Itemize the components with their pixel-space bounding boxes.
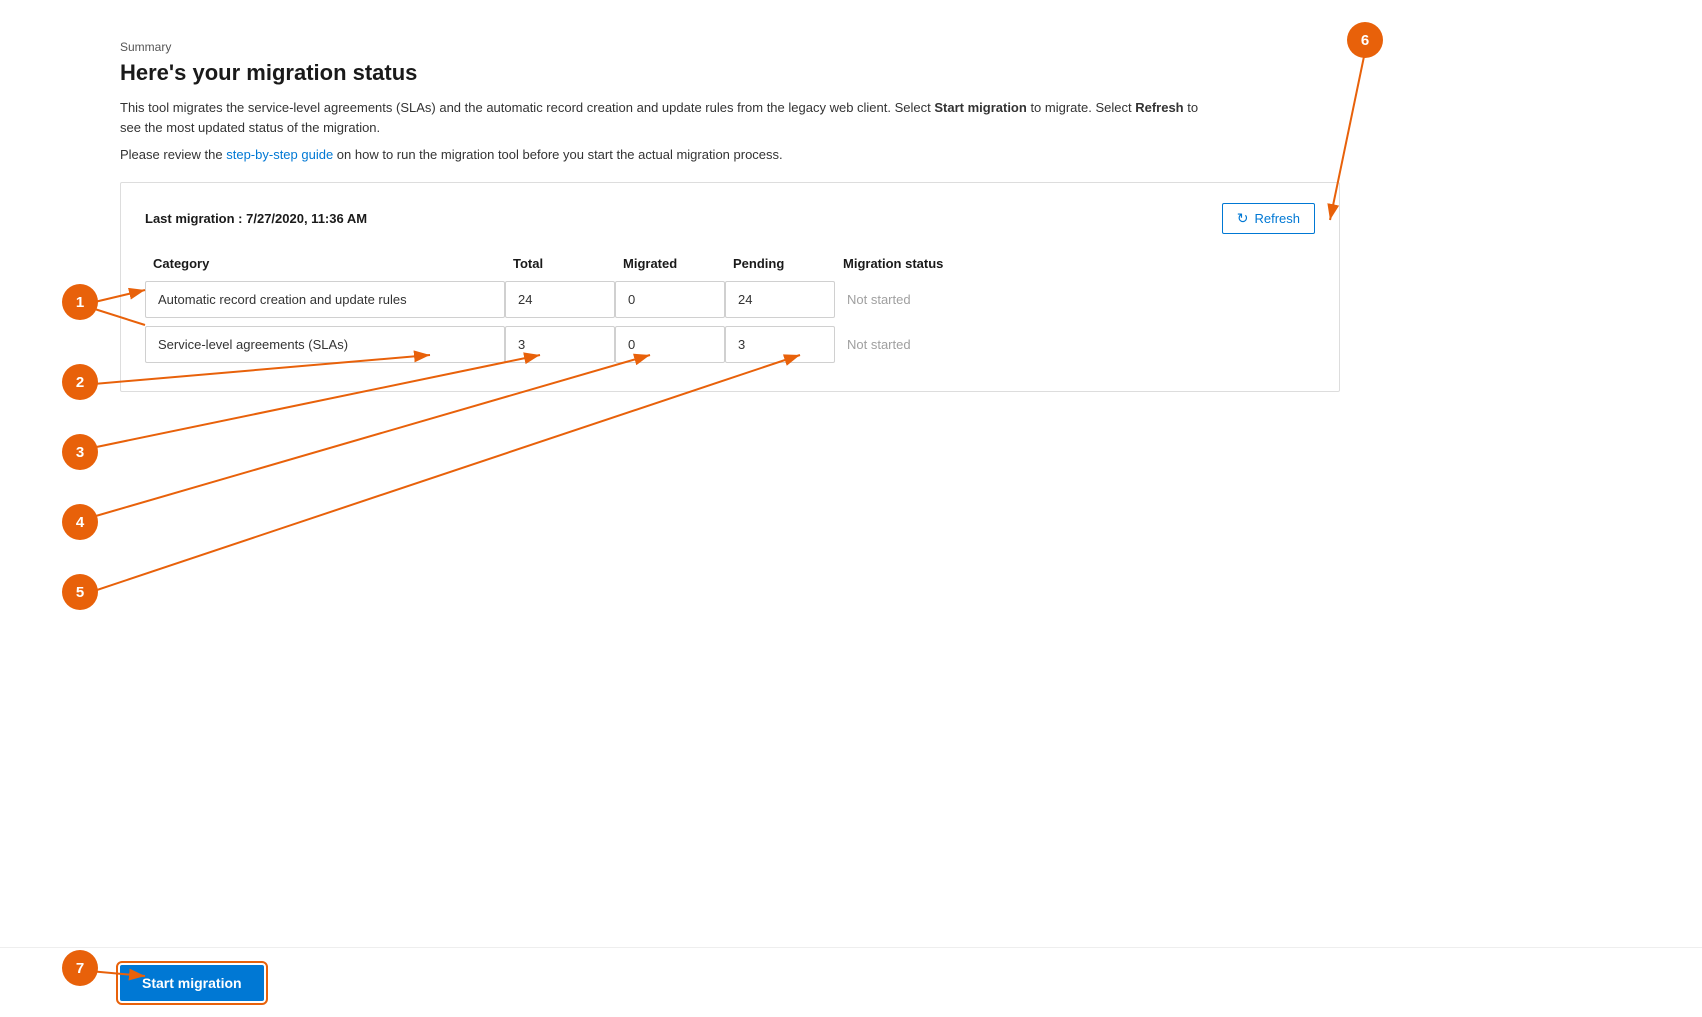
refresh-button[interactable]: ↻ Refresh — [1222, 203, 1315, 234]
migration-card: Last migration : 7/27/2020, 11:36 AM ↻ R… — [120, 182, 1340, 392]
col-header-pending: Pending — [725, 250, 835, 277]
col-header-category: Category — [145, 250, 505, 277]
description: This tool migrates the service-level agr… — [120, 98, 1220, 137]
annotation-4: 4 — [62, 504, 98, 540]
guide-line: Please review the step-by-step guide on … — [120, 147, 1340, 162]
category-cell-1: Service-level agreements (SLAs) — [145, 326, 505, 363]
annotation-7: 7 — [62, 950, 98, 986]
guide-prefix: Please review the — [120, 147, 226, 162]
bottom-bar: Start migration — [0, 947, 1702, 1017]
desc-bold-refresh: Refresh — [1135, 100, 1183, 115]
status-cell-1: Not started — [835, 327, 1035, 362]
pending-cell-1: 3 — [725, 326, 835, 363]
annotation-3: 3 — [62, 434, 98, 470]
main-content: Summary Here's your migration status Thi… — [0, 0, 1400, 432]
migrated-cell-1: 0 — [615, 326, 725, 363]
col-header-migrated: Migrated — [615, 250, 725, 277]
summary-label: Summary — [120, 40, 1340, 54]
status-cell-0: Not started — [835, 282, 1035, 317]
start-migration-button[interactable]: Start migration — [120, 965, 264, 1001]
refresh-button-label: Refresh — [1254, 211, 1300, 226]
annotation-5: 5 — [62, 574, 98, 610]
page-title: Here's your migration status — [120, 60, 1340, 86]
table-header: Category Total Migrated Pending Migratio… — [145, 250, 1315, 277]
pending-cell-0: 24 — [725, 281, 835, 318]
page-wrapper: 1 2 3 4 5 6 7 Summary Here's your migrat… — [0, 0, 1702, 1017]
table-row: Automatic record creation and update rul… — [145, 281, 1315, 318]
desc-text-1: This tool migrates the service-level agr… — [120, 100, 934, 115]
annotation-1: 1 — [62, 284, 98, 320]
last-migration-label: Last migration : 7/27/2020, 11:36 AM — [145, 211, 367, 226]
col-header-status: Migration status — [835, 250, 1035, 277]
desc-text-2: to migrate. Select — [1027, 100, 1135, 115]
category-cell-0: Automatic record creation and update rul… — [145, 281, 505, 318]
migrated-cell-0: 0 — [615, 281, 725, 318]
table-row: Service-level agreements (SLAs) 3 0 3 No… — [145, 326, 1315, 363]
refresh-icon: ↻ — [1237, 210, 1249, 227]
card-header-row: Last migration : 7/27/2020, 11:36 AM ↻ R… — [145, 203, 1315, 234]
desc-bold-start-migration: Start migration — [934, 100, 1026, 115]
col-header-total: Total — [505, 250, 615, 277]
migration-table: Category Total Migrated Pending Migratio… — [145, 250, 1315, 363]
guide-suffix: on how to run the migration tool before … — [333, 147, 782, 162]
annotation-6: 6 — [1347, 22, 1383, 58]
total-cell-1: 3 — [505, 326, 615, 363]
table-rows: Automatic record creation and update rul… — [145, 281, 1315, 363]
step-by-step-guide-link[interactable]: step-by-step guide — [226, 147, 333, 162]
total-cell-0: 24 — [505, 281, 615, 318]
annotation-2: 2 — [62, 364, 98, 400]
